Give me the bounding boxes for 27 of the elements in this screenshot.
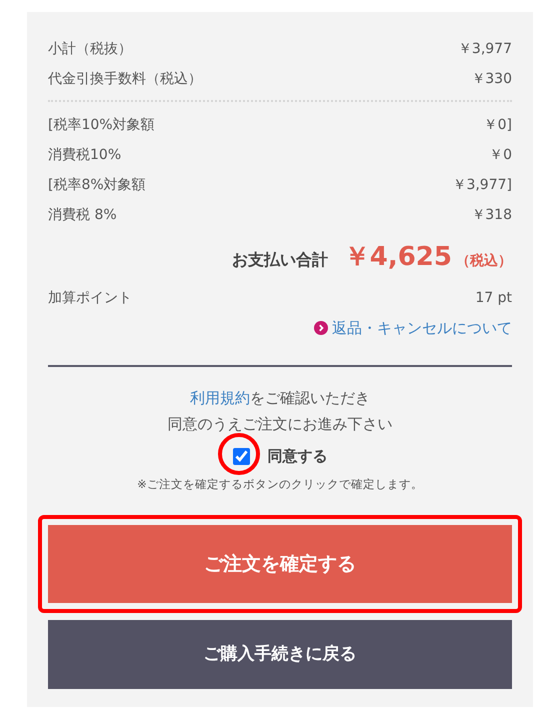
total-amount: ￥4,625 — [344, 241, 452, 274]
row-label: 小計（税抜） — [48, 40, 132, 58]
row-value: ￥3,977 — [458, 40, 512, 58]
row-value: ￥0] — [484, 116, 512, 134]
row-value: ￥318 — [471, 206, 512, 224]
back-button[interactable]: ご購入手続きに戻る — [48, 620, 512, 689]
row-value: ￥0 — [489, 146, 512, 164]
row-label: 消費税10% — [48, 146, 122, 164]
confirm-order-button[interactable]: ご注文を確定する — [48, 524, 512, 603]
row-value: ￥330 — [471, 70, 512, 88]
total-label: お支払い合計 — [232, 249, 328, 271]
terms-text: 利用規約をご確認いただき — [189, 388, 371, 409]
tax-note: （税込） — [456, 252, 512, 271]
row-label: 代金引換手数料（税込） — [48, 70, 202, 88]
notice-text: ※ご注文を確定するボタンのクリックで確定します。 — [136, 476, 424, 492]
row-label: [税率8%対象額 — [48, 176, 146, 194]
agree-label: 同意する — [268, 446, 328, 467]
returns-link[interactable]: 返品・キャンセルについて — [332, 316, 512, 340]
row-label: 消費税 8% — [48, 206, 117, 224]
points-label: 加算ポイント — [48, 288, 132, 308]
chevron-circle-icon — [314, 321, 328, 335]
agree-checkbox[interactable] — [232, 448, 250, 465]
points-value: 17 pt — [475, 288, 512, 308]
row-value: ￥3,977] — [452, 176, 512, 194]
terms-link[interactable]: 利用規約 — [190, 389, 250, 407]
terms-text: 同意のうえご注文にお進み下さい — [166, 414, 394, 435]
row-label: [税率10%対象額 — [48, 116, 155, 134]
